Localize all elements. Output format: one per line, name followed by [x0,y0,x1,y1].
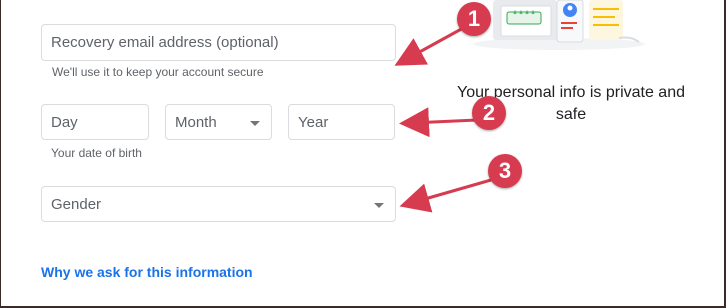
annotation-badge-2: 2 [472,96,506,130]
annotation-arrows [394,25,492,213]
annotation-badge-3: 3 [488,154,522,188]
annotation-arrow-2 [399,107,478,138]
form-page: Recovery email address (optional) We'll … [1,0,724,306]
annotation-arrow-3 [399,178,492,213]
annotation-badge-1: 1 [457,2,491,36]
annotation-arrow-1 [394,25,466,66]
